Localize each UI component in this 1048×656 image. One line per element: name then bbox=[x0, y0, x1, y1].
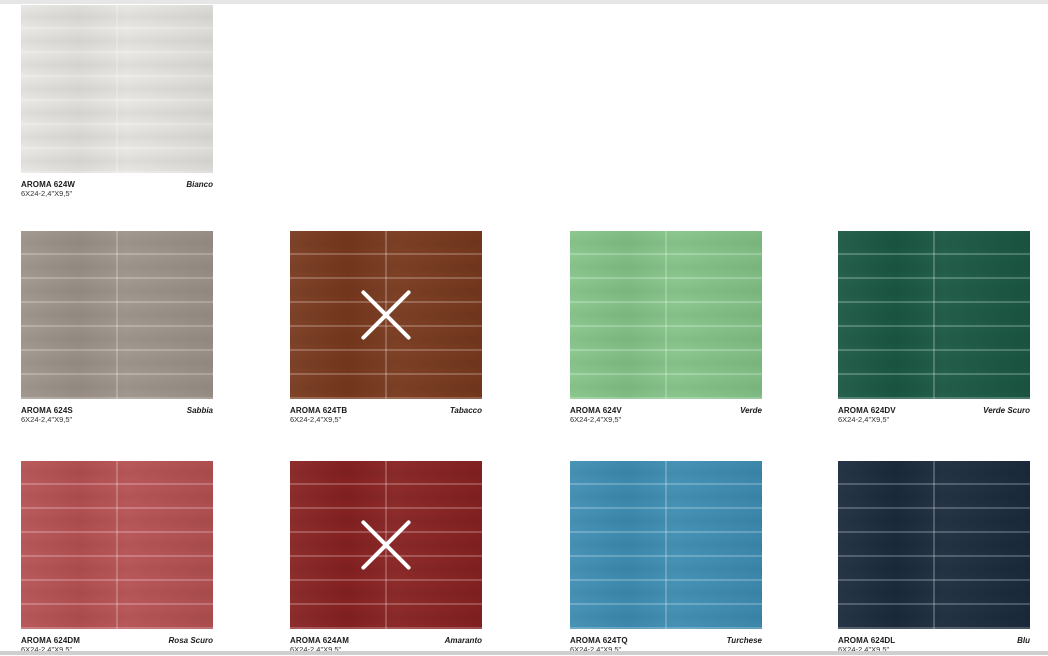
tile-code: AROMA 624DL bbox=[838, 636, 896, 645]
tile-card[interactable]: AROMA 624AM 6X24-2,4"X9,5" Amaranto bbox=[290, 461, 482, 656]
top-border bbox=[0, 0, 1048, 4]
tile-card[interactable]: AROMA 624TB 6X24-2,4"X9,5" Tabacco bbox=[290, 231, 482, 426]
tile-card[interactable]: AROMA 624TQ 6X24-2,4"X9,5" Turchese bbox=[570, 461, 762, 656]
horizontal-scrollbar[interactable] bbox=[0, 651, 1048, 655]
tile-shading bbox=[21, 231, 213, 399]
tile-meta: AROMA 624TB 6X24-2,4"X9,5" Tabacco bbox=[290, 406, 482, 426]
tile-code: AROMA 624DM bbox=[21, 636, 81, 645]
tile-meta: AROMA 624S 6X24-2,4"X9,5" Sabbia bbox=[21, 406, 213, 426]
unavailable-cross-icon bbox=[358, 517, 414, 573]
tile-card[interactable]: AROMA 624DV 6X24-2,4"X9,5" Verde Scuro bbox=[838, 231, 1030, 426]
tile-color-name: Turchese bbox=[726, 636, 762, 645]
tile-shading bbox=[21, 5, 213, 173]
tile-card[interactable]: AROMA 624V 6X24-2,4"X9,5" Verde bbox=[570, 231, 762, 426]
tile-color-name: Blu bbox=[1017, 636, 1030, 645]
tile-card[interactable]: AROMA 624DL 6X24-2,4"X9,5" Blu bbox=[838, 461, 1030, 656]
tile-color-name: Bianco bbox=[186, 180, 213, 189]
tile-color-name: Sabbia bbox=[186, 406, 213, 415]
tile-code: AROMA 624TB bbox=[290, 406, 348, 415]
tile-color-name: Tabacco bbox=[449, 406, 482, 415]
tile-meta: AROMA 624DV 6X24-2,4"X9,5" Verde Scuro bbox=[838, 406, 1030, 426]
tile-shading bbox=[570, 231, 762, 399]
tile-color-name: Verde Scuro bbox=[983, 406, 1030, 415]
tile-code: AROMA 624AM bbox=[290, 636, 350, 645]
tile-size: 6X24-2,4"X9,5" bbox=[570, 415, 622, 424]
tile-card[interactable]: AROMA 624S 6X24-2,4"X9,5" Sabbia bbox=[21, 231, 213, 426]
tile-card[interactable]: AROMA 624W 6X24-2,4"X9,5" Bianco bbox=[21, 5, 213, 200]
tile-swatch[interactable] bbox=[570, 461, 762, 629]
tile-color-name: Amaranto bbox=[444, 636, 482, 645]
tile-swatch[interactable] bbox=[290, 231, 482, 399]
tile-card[interactable]: AROMA 624DM 6X24-2,4"X9,5" Rosa Scuro bbox=[21, 461, 213, 656]
tile-swatch[interactable] bbox=[21, 5, 213, 173]
tile-shading bbox=[838, 231, 1030, 399]
tile-swatch[interactable] bbox=[21, 231, 213, 399]
tile-size: 6X24-2,4"X9,5" bbox=[21, 189, 73, 198]
tile-swatch[interactable] bbox=[290, 461, 482, 629]
unavailable-cross-icon bbox=[358, 287, 414, 343]
tile-code: AROMA 624TQ bbox=[570, 636, 628, 645]
tile-code: AROMA 624W bbox=[21, 180, 76, 189]
tile-swatch[interactable] bbox=[21, 461, 213, 629]
tile-meta: AROMA 624W 6X24-2,4"X9,5" Bianco bbox=[21, 180, 213, 200]
tile-code: AROMA 624DV bbox=[838, 406, 896, 415]
tile-code: AROMA 624V bbox=[570, 406, 622, 415]
tile-meta: AROMA 624V 6X24-2,4"X9,5" Verde bbox=[570, 406, 762, 426]
tile-shading bbox=[570, 461, 762, 629]
tile-shading bbox=[21, 461, 213, 629]
tile-code: AROMA 624S bbox=[21, 406, 73, 415]
tile-size: 6X24-2,4"X9,5" bbox=[290, 415, 342, 424]
tile-color-name: Verde bbox=[740, 406, 762, 415]
tile-swatch[interactable] bbox=[570, 231, 762, 399]
tile-size: 6X24-2,4"X9,5" bbox=[21, 415, 73, 424]
tile-color-name: Rosa Scuro bbox=[168, 636, 213, 645]
tile-size: 6X24-2,4"X9,5" bbox=[838, 415, 890, 424]
tile-swatch[interactable] bbox=[838, 231, 1030, 399]
tile-swatch[interactable] bbox=[838, 461, 1030, 629]
tile-shading bbox=[838, 461, 1030, 629]
